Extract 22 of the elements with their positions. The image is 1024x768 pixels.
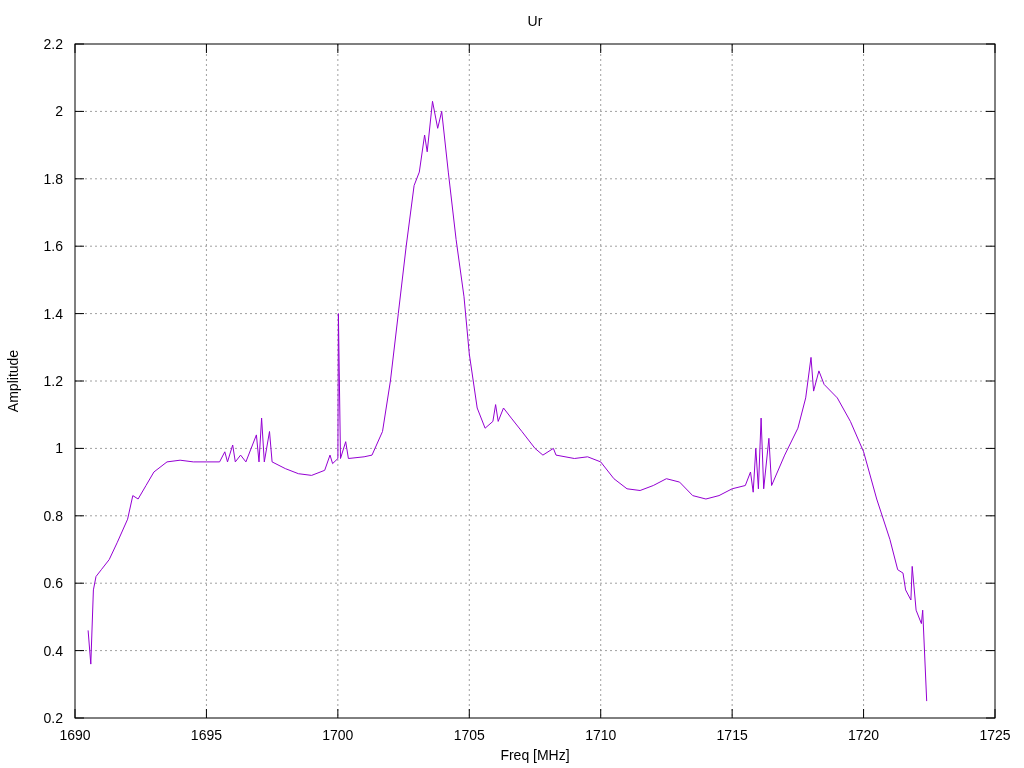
y-tick-label: 0.6 <box>43 575 63 592</box>
x-tick-label: 1710 <box>585 727 617 743</box>
y-tick-label: 1.6 <box>43 238 63 255</box>
y-tick-label: 2 <box>55 103 63 120</box>
y-tick-label: 2.2 <box>43 36 63 52</box>
y-tick-label: 1.2 <box>43 373 63 389</box>
y-tick-label: 0.8 <box>43 507 63 524</box>
x-tick-label: 1720 <box>848 727 880 743</box>
x-tick-label: 1690 <box>59 727 91 743</box>
x-tick-label: 1725 <box>979 727 1011 743</box>
y-tick-label: 0.2 <box>43 710 63 726</box>
x-tick-label: 1695 <box>190 727 222 743</box>
x-tick-label: 1700 <box>322 727 354 743</box>
x-axis-title: Freq [MHz] <box>500 747 570 763</box>
y-tick-label: 1 <box>55 440 63 457</box>
y-axis-title: Amplitude <box>5 349 21 413</box>
x-tick-label: 1715 <box>716 727 748 743</box>
chart-title: Ur <box>527 13 543 29</box>
y-tick-label: 1.8 <box>43 170 63 187</box>
y-tick-label: 0.4 <box>43 642 63 659</box>
y-tick-label: 1.4 <box>43 305 63 322</box>
x-tick-label: 1705 <box>453 727 485 743</box>
